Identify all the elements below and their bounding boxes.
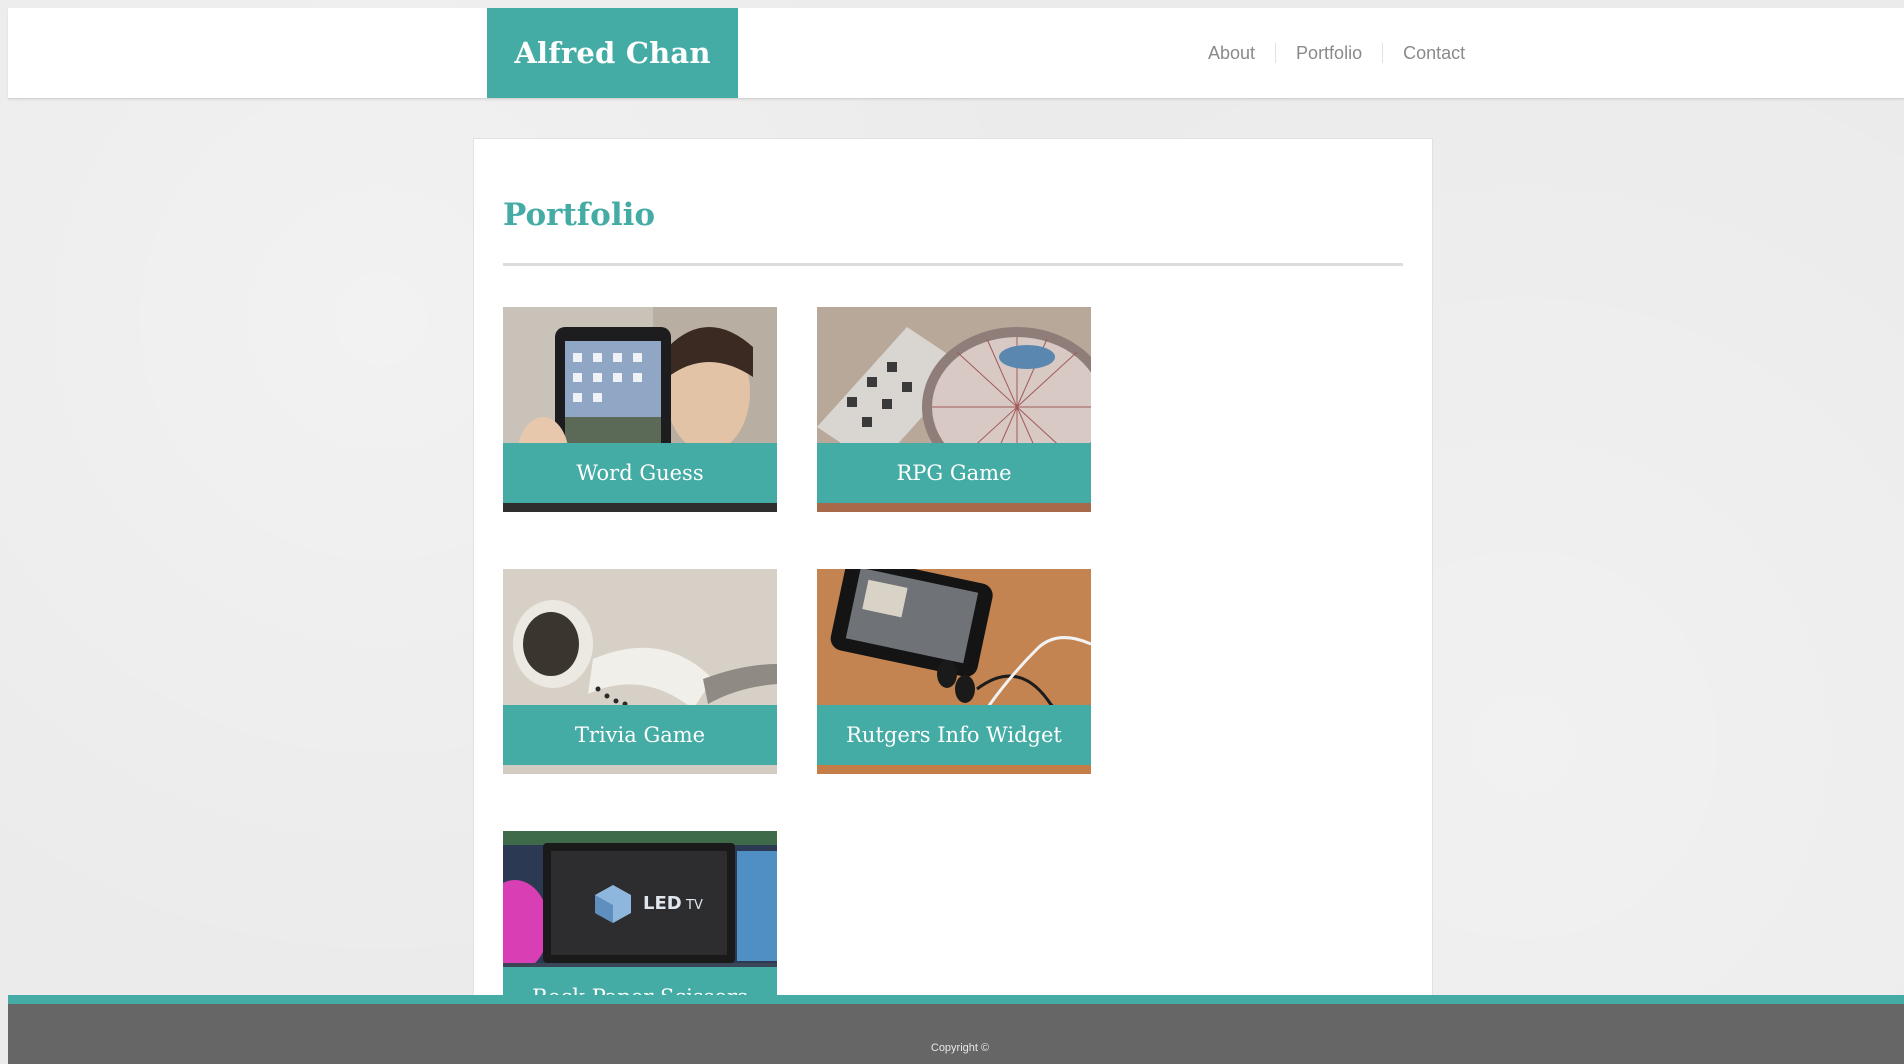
project-label: Trivia Game bbox=[503, 705, 777, 765]
footer-accent-stripe bbox=[8, 995, 1904, 1004]
brand-logo-link[interactable]: Alfred Chan bbox=[487, 8, 738, 98]
nav-link-contact[interactable]: Contact bbox=[1382, 43, 1485, 63]
project-label: Rutgers Info Widget bbox=[817, 705, 1091, 765]
site-footer: Copyright © bbox=[8, 1004, 1904, 1064]
page-title: Portfolio bbox=[503, 197, 656, 233]
main-nav: About Portfolio Contact bbox=[1188, 38, 1485, 68]
portfolio-card: Portfolio Word Guess RPG Game Trivia Gam… bbox=[473, 138, 1433, 1002]
site-header: Alfred Chan About Portfolio Contact bbox=[8, 8, 1904, 99]
title-divider bbox=[503, 263, 1403, 266]
project-tile-rock-paper-scissors[interactable]: LED TV Rock Paper Scissors bbox=[503, 831, 777, 1001]
copyright-text: Copyright © bbox=[930, 1042, 990, 1054]
svg-text:TV: TV bbox=[685, 898, 703, 913]
project-tile-rutgers-info-widget[interactable]: Rutgers Info Widget bbox=[817, 569, 1091, 774]
project-tile-rpg-game[interactable]: RPG Game bbox=[817, 307, 1091, 512]
project-label: RPG Game bbox=[817, 443, 1091, 503]
nav-link-about[interactable]: About bbox=[1188, 43, 1275, 63]
brand-name: Alfred Chan bbox=[514, 36, 711, 70]
project-tile-word-guess[interactable]: Word Guess bbox=[503, 307, 777, 512]
svg-text:LED: LED bbox=[643, 893, 682, 914]
project-tile-trivia-game[interactable]: Trivia Game bbox=[503, 569, 777, 774]
nav-link-portfolio[interactable]: Portfolio bbox=[1275, 43, 1382, 63]
project-label: Word Guess bbox=[503, 443, 777, 503]
